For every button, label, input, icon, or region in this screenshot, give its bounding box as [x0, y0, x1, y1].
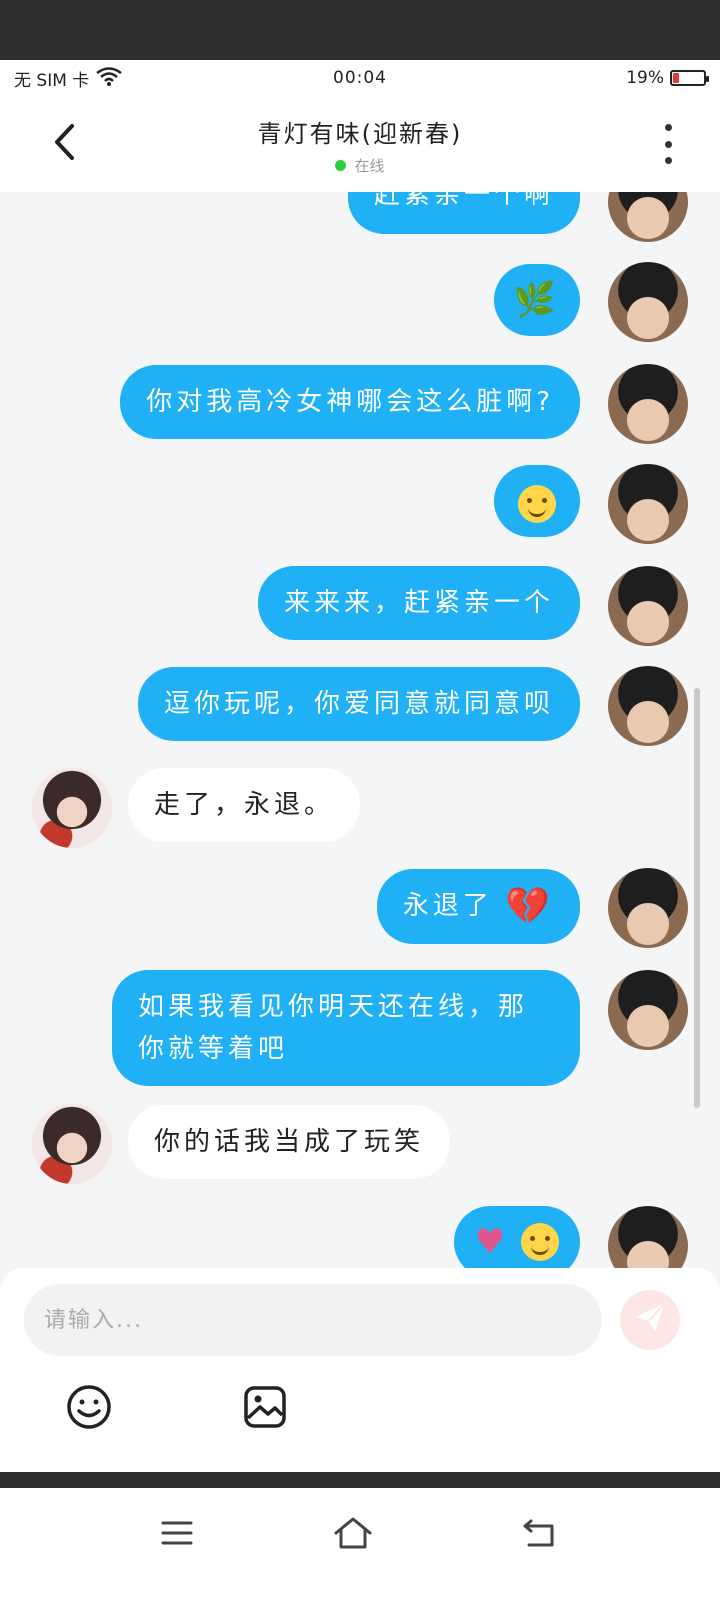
top-dark-bar	[0, 0, 720, 60]
back-nav-button[interactable]	[516, 1512, 562, 1558]
composer	[0, 1268, 720, 1472]
send-button[interactable]	[620, 1290, 680, 1350]
more-dot	[664, 140, 672, 148]
avatar[interactable]	[608, 364, 688, 444]
image-icon	[242, 1384, 288, 1434]
system-nav-bar	[0, 1488, 720, 1600]
chat-header: 青灯有味(迎新春) 在线	[0, 96, 720, 192]
broken-heart-emoji-icon: 💔	[505, 885, 554, 927]
more-dot	[664, 157, 672, 164]
avatar[interactable]	[608, 666, 688, 746]
wink-emoji-icon	[521, 1222, 560, 1261]
message-text: 永退了	[402, 891, 493, 921]
image-button[interactable]	[240, 1384, 290, 1434]
scrollbar[interactable]	[694, 688, 700, 1108]
menu-nav-button[interactable]	[154, 1512, 200, 1558]
message-list[interactable]: 赶紧亲一个啊 🌿 你对我高冷女神哪会这么脏啊? 来来来，赶紧亲一个 逗你玩呢，你…	[0, 192, 720, 1290]
battery-icon	[670, 70, 709, 86]
message-text: 你的话我当成了玩笑	[154, 1127, 425, 1157]
message-text: 走了，永退。	[154, 790, 335, 820]
heart-emoji-icon: ♥	[474, 1221, 510, 1262]
message-text: 逗你玩呢，你爱同意就同意呗	[163, 689, 554, 719]
message-text: 来来来，赶紧亲一个	[283, 588, 554, 618]
message-bubble-me[interactable]: 你对我高冷女神哪会这么脏啊?	[120, 365, 580, 439]
menu-icon	[160, 1519, 194, 1551]
message-text: 赶紧亲一个啊	[373, 192, 554, 210]
avatar[interactable]	[608, 566, 688, 646]
emoji-button[interactable]	[64, 1384, 114, 1434]
send-icon	[633, 1301, 667, 1339]
chat-title: 青灯有味(迎新春)	[257, 120, 463, 148]
avatar[interactable]	[32, 1104, 112, 1184]
avatar[interactable]	[608, 868, 688, 948]
more-button[interactable]	[656, 124, 680, 164]
avatar[interactable]	[608, 262, 688, 342]
avatar[interactable]	[608, 192, 688, 242]
avatar[interactable]	[608, 970, 688, 1050]
home-icon	[333, 1516, 373, 1554]
message-text: 如果我看见你明天还在线，那你就等着吧	[138, 992, 529, 1064]
message-bubble-her[interactable]: 走了，永退。	[128, 768, 361, 842]
message-bubble-me[interactable]: 来来来，赶紧亲一个	[257, 566, 580, 640]
message-bubble-me[interactable]: 如果我看见你明天还在线，那你就等着吧	[112, 970, 580, 1086]
status-time: 00:04	[333, 68, 387, 88]
more-dot	[664, 124, 672, 131]
smile-emoji-icon	[518, 484, 556, 523]
message-bubble-me[interactable]: 永退了 💔	[376, 869, 580, 944]
online-status: 在线	[0, 155, 720, 176]
battery-level	[673, 73, 679, 83]
message-bubble-me[interactable]: 逗你玩呢，你爱同意就同意呗	[137, 667, 580, 741]
status-bar: 无 SIM 卡 00:04 19%	[0, 60, 720, 96]
home-nav-button[interactable]	[330, 1512, 376, 1558]
avatar[interactable]	[608, 464, 688, 544]
message-bubble-her[interactable]: 你的话我当成了玩笑	[128, 1105, 451, 1179]
bottom-dark-bar	[0, 1472, 720, 1488]
leaf-emoji-icon: 🌿	[513, 279, 561, 320]
online-status-label: 在线	[354, 157, 385, 175]
message-bubble-me[interactable]: 赶紧亲一个啊	[347, 192, 580, 234]
message-input[interactable]	[24, 1284, 602, 1356]
emoji-icon	[66, 1384, 112, 1434]
message-bubble-me[interactable]: 🌿	[494, 264, 580, 336]
back-icon	[521, 1518, 557, 1552]
message-text: 你对我高冷女神哪会这么脏啊?	[146, 387, 554, 417]
online-dot-icon	[335, 160, 347, 171]
avatar[interactable]	[32, 768, 112, 848]
message-bubble-me[interactable]	[494, 465, 580, 537]
